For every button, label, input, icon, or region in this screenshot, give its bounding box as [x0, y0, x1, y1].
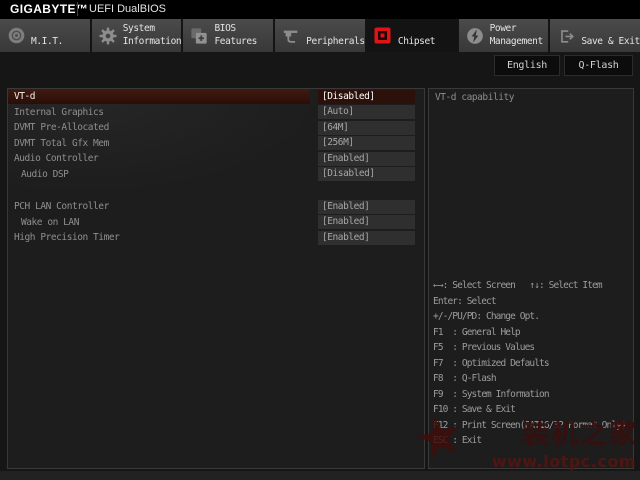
setting-label: PCH LAN Controller [14, 199, 109, 214]
setting-label: Audio Controller [14, 151, 98, 166]
tab-system-information[interactable]: System Information [92, 19, 184, 52]
setting-label-zone: PCH LAN Controller [8, 199, 310, 214]
tab-save-exit[interactable]: Save & Exit [550, 19, 640, 52]
setting-label-zone: VT-d [8, 89, 310, 104]
setting-value: [Auto] [318, 105, 415, 119]
chip-icon [374, 27, 392, 45]
setting-row-audio-dsp[interactable]: Audio DSP [Disabled] [8, 167, 424, 183]
tab-peripherals[interactable]: Peripherals [275, 19, 367, 52]
setting-value: [256M] [318, 136, 415, 150]
settings-list: VT-d[Disabled]Internal Graphics[Auto]DVM… [8, 89, 424, 246]
hotkey-line: F8 : Q-Flash [433, 371, 632, 387]
setting-label-zone: Internal Graphics [8, 105, 310, 120]
setting-row-audio-controller[interactable]: Audio Controller [Enabled] [8, 151, 424, 167]
setting-label-zone: High Precision Timer [8, 230, 310, 245]
tab-mit[interactable]: M.I.T. [0, 19, 92, 52]
setting-label: Audio DSP [21, 167, 68, 182]
tab-label: System Information [123, 23, 182, 48]
setting-row-wake-on-lan[interactable]: Wake on LAN [Enabled] [8, 215, 424, 231]
setting-label: Wake on LAN [21, 215, 79, 230]
settings-panel: VT-d[Disabled]Internal Graphics[Auto]DVM… [7, 88, 425, 469]
item-help-text: VT-d capability [435, 92, 514, 103]
title-bar: GIGABYTE™ UEFI DualBIOS [0, 0, 640, 19]
setting-value: [Enabled] [318, 152, 415, 166]
setting-label-zone: Audio Controller [8, 151, 310, 166]
tab-power-management[interactable]: Power Management [459, 19, 551, 52]
tab-label: BIOS Features [214, 23, 257, 48]
setting-label-zone: DVMT Total Gfx Mem [8, 136, 310, 151]
tab-label: Peripherals [306, 23, 365, 48]
hotkey-line: F7 : Optimized Defaults [433, 356, 632, 372]
language-button[interactable]: English [494, 55, 560, 76]
settings-group: VT-d[Disabled]Internal Graphics[Auto]DVM… [8, 89, 424, 182]
bottom-strip [0, 471, 640, 480]
setting-row-pch-lan-controller[interactable]: PCH LAN Controller [Enabled] [8, 199, 424, 215]
help-panel: VT-d capability ←→: Select Screen ↑↓: Se… [428, 88, 634, 469]
setting-label: High Precision Timer [14, 230, 119, 245]
power-icon [466, 27, 484, 45]
hotkey-line: F10 : Save & Exit [433, 402, 632, 418]
setting-label-zone: Audio DSP [8, 167, 310, 182]
tab-label: M.I.T. [31, 23, 63, 48]
hotkey-line: ESC : Exit [433, 433, 632, 449]
setting-value: [64M] [318, 121, 415, 135]
setting-row-internal-graphics[interactable]: Internal Graphics [Auto] [8, 105, 424, 121]
setting-row-vt-d[interactable]: VT-d [Disabled] [8, 89, 424, 105]
setting-value: [Disabled] [318, 167, 415, 181]
hotkey-line: F1 : General Help [433, 325, 632, 341]
setting-label: Internal Graphics [14, 105, 104, 120]
hotkey-line: F5 : Previous Values [433, 340, 632, 356]
hotkey-line: +/-/PU/PD: Change Opt. [433, 309, 632, 325]
tab-chipset[interactable]: Chipset [367, 19, 459, 52]
setting-label-zone: DVMT Pre-Allocated [8, 120, 310, 135]
setting-label: VT-d [14, 89, 35, 104]
camera-icon [282, 27, 300, 45]
settings-group: PCH LAN Controller [Enabled] Wake on LAN [E… [8, 199, 424, 246]
setting-value: [Disabled] [318, 90, 415, 104]
hotkey-line: ←→: Select Screen ↑↓: Select Item [433, 278, 632, 294]
tab-label: Chipset [398, 23, 435, 48]
tab-label: Save & Exit [581, 23, 640, 48]
tab-label: Power Management [490, 23, 543, 48]
hotkey-line: F9 : System Information [433, 387, 632, 403]
setting-value: [Enabled] [318, 215, 415, 229]
setting-value: [Enabled] [318, 200, 415, 214]
setting-label: DVMT Total Gfx Mem [14, 136, 109, 151]
gear-icon [99, 27, 117, 45]
tab-bios-features[interactable]: BIOS Features [183, 19, 275, 52]
exit-icon [557, 27, 575, 45]
bios-title: UEFI DualBIOS [89, 3, 166, 15]
bios-icon [190, 27, 208, 45]
target-icon [7, 27, 25, 45]
setting-label: DVMT Pre-Allocated [14, 120, 109, 135]
setting-row-dvmt-total-gfx-mem[interactable]: DVMT Total Gfx Mem [256M] [8, 136, 424, 152]
setting-value: [Enabled] [318, 231, 415, 245]
hotkey-line: Enter: Select [433, 294, 632, 310]
hotkey-legend: ←→: Select Screen ↑↓: Select ItemEnter: … [433, 278, 632, 449]
hotkey-line: F12 : Print Screen(FAT16/32 Format Only) [433, 418, 632, 434]
setting-label-zone: Wake on LAN [8, 215, 310, 230]
divider [77, 2, 78, 16]
menu-bar: M.I.T. System Information BIOS Features Per… [0, 19, 640, 52]
setting-row-high-precision-timer[interactable]: High Precision Timer [Enabled] [8, 230, 424, 246]
qflash-button[interactable]: Q-Flash [564, 55, 633, 76]
bios-screen: GIGABYTE™ UEFI DualBIOS M.I.T. System Inf… [0, 0, 640, 480]
setting-row-dvmt-pre-allocated[interactable]: DVMT Pre-Allocated [64M] [8, 120, 424, 136]
